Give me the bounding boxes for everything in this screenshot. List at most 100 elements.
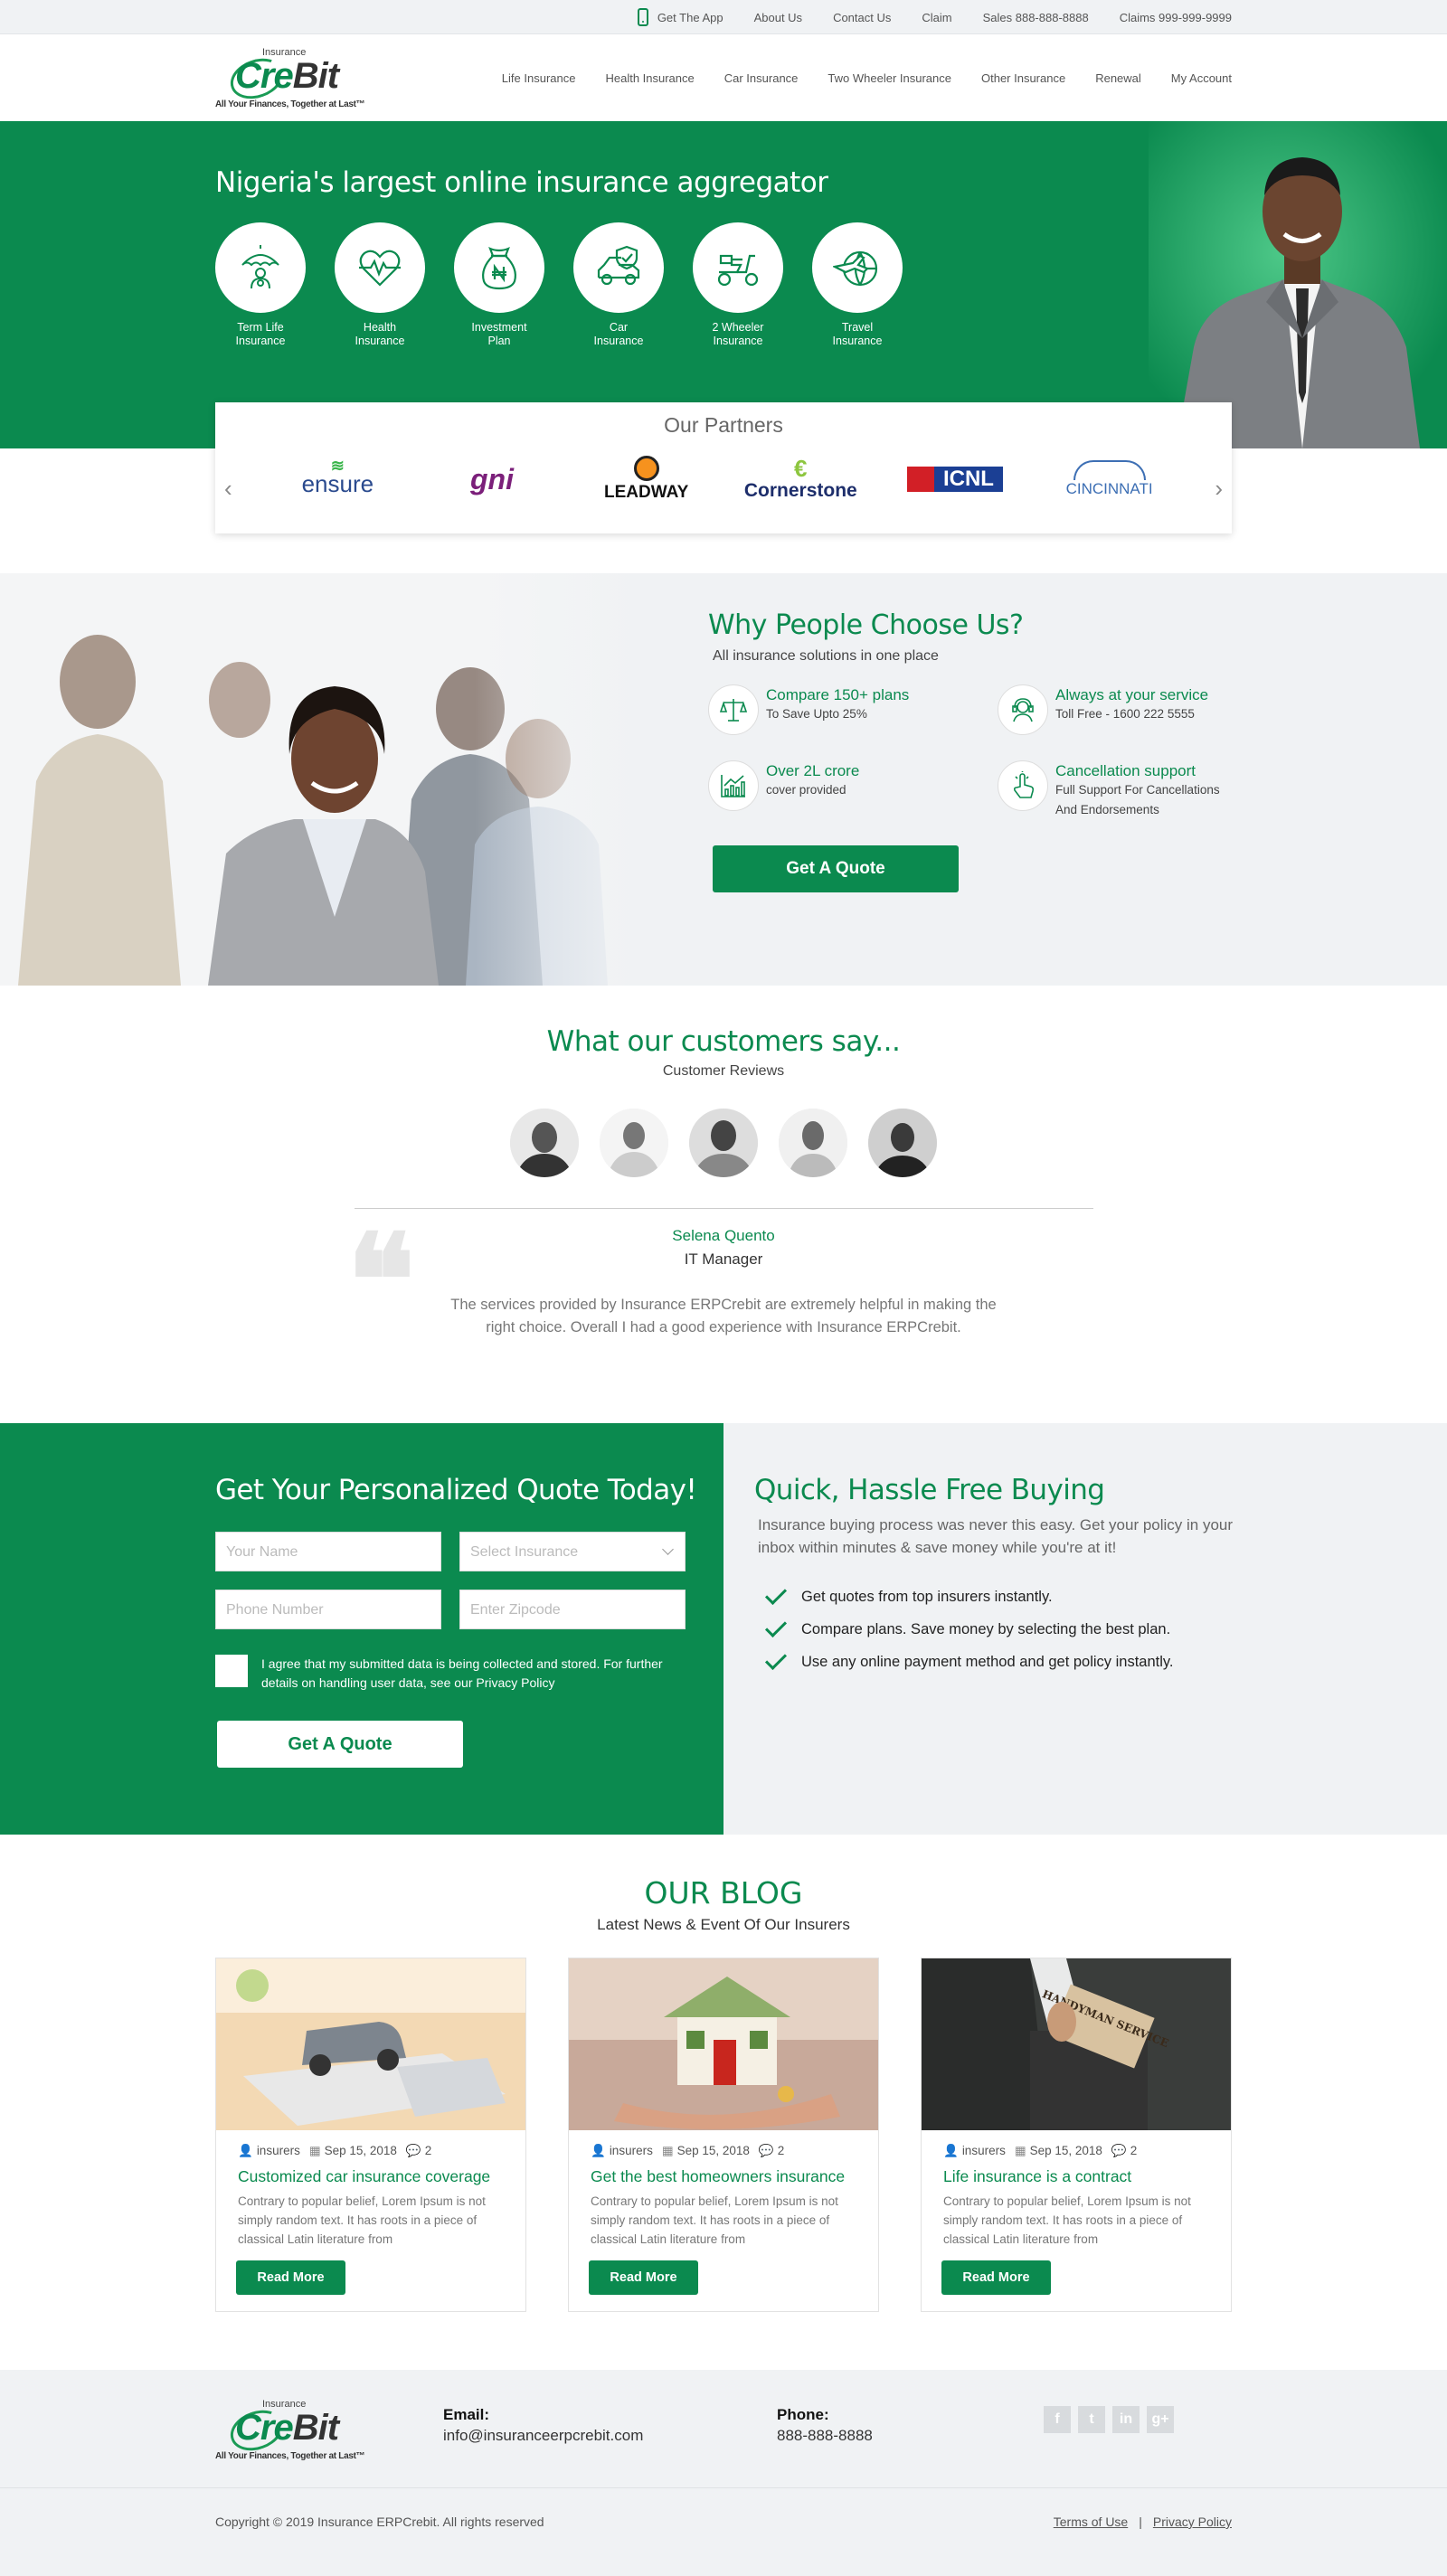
hassle-free-title: Quick, Hassle Free Buying xyxy=(754,1474,1105,1506)
partner-logo-icnl[interactable]: ICNL xyxy=(887,454,1023,505)
category-investment[interactable]: Investment Plan xyxy=(454,222,544,348)
phone-label: Phone: xyxy=(777,2406,829,2423)
category-label-line1: Car xyxy=(609,321,629,334)
feature-desc: To Save Upto 25% xyxy=(766,707,867,721)
partner-logo-ensure[interactable]: ≋ ensure xyxy=(270,454,405,505)
category-two-wheeler[interactable]: 2 Wheeler Insurance xyxy=(693,222,783,348)
insurance-select[interactable]: Select Insurance xyxy=(459,1532,686,1571)
claims-phone-link[interactable]: Claims 999-999-9999 xyxy=(1120,11,1232,24)
check-icon xyxy=(764,1615,788,1638)
quote-form-title: Get Your Personalized Quote Today! xyxy=(215,1474,697,1506)
chevron-right-icon[interactable]: › xyxy=(1215,475,1223,503)
category-health[interactable]: Health Insurance xyxy=(335,222,425,348)
twitter-icon[interactable]: t xyxy=(1078,2406,1105,2433)
nav-car-insurance[interactable]: Car Insurance xyxy=(724,71,799,85)
blog-title: OUR BLOG xyxy=(644,1875,803,1911)
nav-renewal[interactable]: Renewal xyxy=(1095,71,1141,85)
privacy-link[interactable]: Privacy Policy xyxy=(1153,2515,1232,2529)
zipcode-input[interactable]: Enter Zipcode xyxy=(459,1590,686,1629)
testimonials-subtitle: Customer Reviews xyxy=(662,1063,785,1079)
facebook-icon[interactable]: f xyxy=(1044,2406,1071,2433)
umbrella-family-icon xyxy=(241,245,279,289)
mobile-phone-icon xyxy=(637,8,648,26)
plane-globe-icon xyxy=(833,250,878,287)
copyright: Copyright © 2019 Insurance ERPCrebit. Al… xyxy=(215,2515,544,2529)
logo-wordmark: CreBit xyxy=(235,56,339,96)
feature-compare: Compare 150+ plans To Save Upto 25% xyxy=(708,684,998,735)
check-icon xyxy=(764,1647,788,1671)
submit-quote-button[interactable]: Get A Quote xyxy=(217,1721,463,1768)
feature-cover: Over 2L crore cover provided xyxy=(708,760,998,820)
calendar-icon: ▦ xyxy=(308,2144,321,2157)
feature-desc: Toll Free - 1600 222 5555 xyxy=(1055,707,1195,721)
consent-checkbox[interactable] xyxy=(215,1655,248,1687)
avatar[interactable] xyxy=(600,1109,668,1177)
google-plus-icon[interactable]: g+ xyxy=(1147,2406,1174,2433)
quote-section: Get Your Personalized Quote Today! Your … xyxy=(0,1423,1447,1835)
nav-two-wheeler-insurance[interactable]: Two Wheeler Insurance xyxy=(828,71,951,85)
headset-icon xyxy=(1012,698,1034,722)
linkedin-icon[interactable]: in xyxy=(1112,2406,1140,2433)
review-text: The services provided by Insurance ERPCr… xyxy=(450,1297,997,1335)
user-icon: 👤 xyxy=(238,2144,253,2157)
name-input[interactable]: Your Name xyxy=(215,1532,441,1571)
footer: Insurance CreBit All Your Finances, Toge… xyxy=(0,2370,1447,2576)
nav-health-insurance[interactable]: Health Insurance xyxy=(605,71,694,85)
get-quote-button[interactable]: Get A Quote xyxy=(713,845,959,892)
post-title[interactable]: Get the best homeowners insurance xyxy=(591,2167,878,2186)
user-icon: 👤 xyxy=(943,2144,959,2157)
contact-link[interactable]: Contact Us xyxy=(833,11,891,24)
social-links: f t in g+ xyxy=(1044,2406,1174,2433)
header: Insurance CreBit All Your Finances, Toge… xyxy=(0,34,1447,121)
claim-link[interactable]: Claim xyxy=(922,11,951,24)
read-more-button[interactable]: Read More xyxy=(236,2260,345,2295)
phone-input[interactable]: Phone Number xyxy=(215,1590,441,1629)
category-term-life[interactable]: Term Life Insurance xyxy=(215,222,306,348)
category-label-line2: Insurance xyxy=(713,335,763,347)
avatar[interactable] xyxy=(689,1109,758,1177)
feature-desc: Full Support For Cancellations xyxy=(1055,783,1220,797)
avatar[interactable] xyxy=(868,1109,937,1177)
get-app-link[interactable]: Get The App xyxy=(637,8,724,26)
footer-top: Insurance CreBit All Your Finances, Toge… xyxy=(0,2370,1447,2488)
category-car[interactable]: Car Insurance xyxy=(573,222,664,348)
post-excerpt: Contrary to popular belief, Lorem Ipsum … xyxy=(943,2194,1191,2246)
post-meta: 👤 insurers ▦ Sep 15, 2018 💬 2 xyxy=(943,2144,1138,2157)
read-more-button[interactable]: Read More xyxy=(589,2260,698,2295)
avatar[interactable] xyxy=(779,1109,847,1177)
feature-desc-line2: And Endorsements xyxy=(1055,803,1159,816)
blog-card: HANDYMAN SERVICE 👤 insurers ▦ Sep 15, 2018 💬… xyxy=(921,1958,1232,2312)
partner-logo-cincinnati[interactable]: CINCINNATI xyxy=(1042,454,1177,505)
partner-logo-gni[interactable]: gni xyxy=(424,454,560,505)
partners-title: Our Partners xyxy=(664,413,783,437)
site-logo[interactable]: Insurance CreBit All Your Finances, Toge… xyxy=(215,42,365,114)
nav-other-insurance[interactable]: Other Insurance xyxy=(981,71,1065,85)
post-title[interactable]: Customized car insurance coverage xyxy=(238,2167,525,2186)
avatar[interactable] xyxy=(510,1109,579,1177)
email-value[interactable]: info@insuranceerpcrebit.com xyxy=(443,2427,643,2445)
comment-icon: 💬 xyxy=(405,2144,421,2157)
nav-life-insurance[interactable]: Life Insurance xyxy=(502,71,576,85)
testimonial-divider: ❝ Selena Quento IT Manager The services … xyxy=(347,1208,1093,1345)
blog-image-house xyxy=(569,1958,878,2130)
sales-phone-link[interactable]: Sales 888-888-8888 xyxy=(983,11,1089,24)
comment-icon: 💬 xyxy=(1111,2144,1127,2157)
footer-links: Terms of Use | Privacy Policy xyxy=(1054,2515,1232,2529)
logo-tagline: All Your Finances, Together at Last™ xyxy=(215,2451,365,2461)
partner-logo-cornerstone[interactable]: € Cornerstone xyxy=(733,454,868,505)
blog-card: 👤 insurers ▦ Sep 15, 2018 💬 2 Customized car … xyxy=(215,1958,526,2312)
footer-email: Email: info@insuranceerpcrebit.com xyxy=(443,2406,643,2445)
post-title[interactable]: Life insurance is a contract xyxy=(943,2167,1231,2186)
blog-card: 👤 insurers ▦ Sep 15, 2018 💬 2 Get the best ho… xyxy=(568,1958,879,2312)
benefit-item: Get quotes from top insurers instantly. xyxy=(763,1581,1174,1613)
get-app-label: Get The App xyxy=(657,10,724,24)
nav-my-account[interactable]: My Account xyxy=(1171,71,1232,85)
phone-value[interactable]: 888-888-8888 xyxy=(777,2427,873,2445)
footer-logo[interactable]: Insurance CreBit All Your Finances, Toge… xyxy=(215,2393,365,2466)
category-travel[interactable]: Travel Insurance xyxy=(812,222,903,348)
chevron-left-icon[interactable]: ‹ xyxy=(224,475,232,503)
partner-logo-leadway[interactable]: LEADWAY xyxy=(579,454,714,505)
read-more-button[interactable]: Read More xyxy=(941,2260,1051,2295)
about-link[interactable]: About Us xyxy=(754,11,802,24)
terms-link[interactable]: Terms of Use xyxy=(1054,2515,1128,2529)
